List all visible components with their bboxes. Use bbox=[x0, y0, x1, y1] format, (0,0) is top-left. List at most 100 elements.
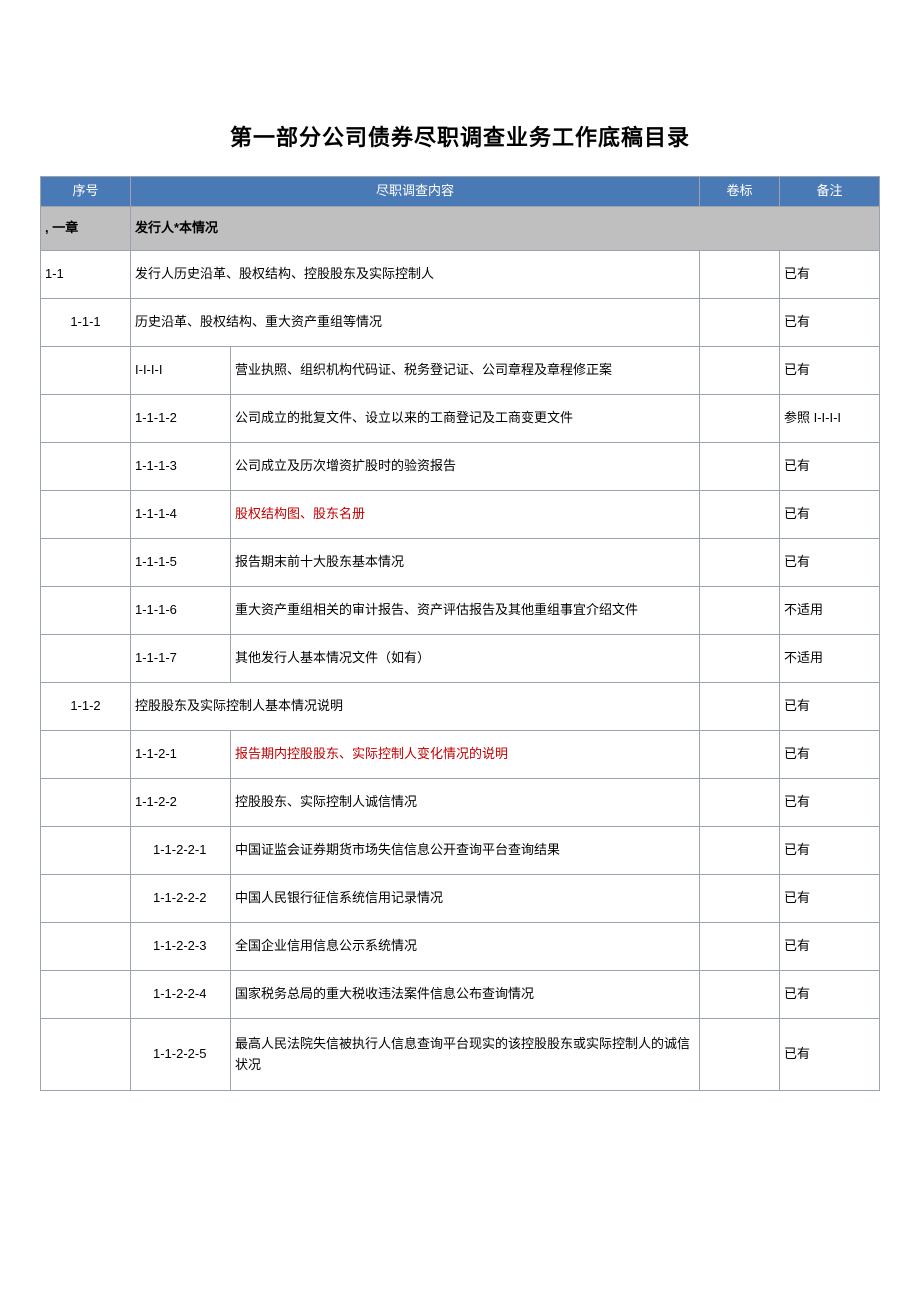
row-volume bbox=[700, 779, 780, 827]
row-index bbox=[41, 923, 131, 971]
row-content: 历史沿革、股权结构、重大资产重组等情况 bbox=[131, 299, 700, 347]
row-content: 中国证监会证券期货市场失信信息公开查询平台查询结果 bbox=[231, 827, 700, 875]
row-note: 已有 bbox=[780, 1019, 880, 1091]
row-volume bbox=[700, 971, 780, 1019]
table-row: 1-1-2-2-3全国企业信用信息公示系统情况 已有 bbox=[41, 923, 880, 971]
row-index: 1-1-1 bbox=[41, 299, 131, 347]
row-subindex: 1-1-1-2 bbox=[131, 395, 231, 443]
row-index bbox=[41, 827, 131, 875]
table-row: 1-1-1历史沿革、股权结构、重大资产重组等情况 已有 bbox=[41, 299, 880, 347]
table-row: 1-1-2-2-4国家税务总局的重大税收违法案件信息公布查询情况已有 bbox=[41, 971, 880, 1019]
row-index bbox=[41, 443, 131, 491]
row-content: 全国企业信用信息公示系统情况 bbox=[231, 923, 700, 971]
row-subindex: 1-1-2-2-2 bbox=[131, 875, 231, 923]
row-note: 已有 bbox=[780, 923, 880, 971]
row-volume bbox=[700, 299, 780, 347]
directory-table: 序号 尽职调查内容 卷标 备注 , 一章 发行人*本情况 1-1发行人历史沿革、… bbox=[40, 176, 880, 1091]
row-content: 其他发行人基本情况文件（如有） bbox=[231, 635, 700, 683]
row-index bbox=[41, 731, 131, 779]
table-row: 1-1发行人历史沿革、股权结构、控股股东及实际控制人 已有 bbox=[41, 251, 880, 299]
chapter-row: , 一章 发行人*本情况 bbox=[41, 207, 880, 251]
row-subindex: 1-1-1-3 bbox=[131, 443, 231, 491]
row-volume bbox=[700, 635, 780, 683]
row-volume bbox=[700, 875, 780, 923]
row-note: 已有 bbox=[780, 347, 880, 395]
row-volume bbox=[700, 251, 780, 299]
row-content: 中国人民银行征信系统信用记录情况 bbox=[231, 875, 700, 923]
row-volume bbox=[700, 395, 780, 443]
row-note: 已有 bbox=[780, 875, 880, 923]
table-body: , 一章 发行人*本情况 1-1发行人历史沿革、股权结构、控股股东及实际控制人已… bbox=[41, 207, 880, 1091]
row-content: 发行人历史沿革、股权结构、控股股东及实际控制人 bbox=[131, 251, 700, 299]
row-note: 已有 bbox=[780, 491, 880, 539]
row-volume bbox=[700, 683, 780, 731]
page-title: 第一部分公司债券尽职调查业务工作底稿目录 bbox=[40, 120, 880, 152]
row-content: 营业执照、组织机构代码证、税务登记证、公司章程及章程修正案 bbox=[231, 347, 700, 395]
row-content: 报告期内控股股东、实际控制人变化情况的说明 bbox=[231, 731, 700, 779]
row-subindex: 1-1-2-2 bbox=[131, 779, 231, 827]
row-content: 公司成立的批复文件、设立以来的工商登记及工商变更文件 bbox=[231, 395, 700, 443]
row-note: 已有 bbox=[780, 683, 880, 731]
chapter-index: , 一章 bbox=[41, 207, 131, 251]
row-note: 不适用 bbox=[780, 635, 880, 683]
table-row: 1-1-1-2公司成立的批复文件、设立以来的工商登记及工商变更文件参照 I-I-… bbox=[41, 395, 880, 443]
chapter-label: 发行人*本情况 bbox=[131, 207, 880, 251]
row-subindex: 1-1-2-2-3 bbox=[131, 923, 231, 971]
row-volume bbox=[700, 1019, 780, 1091]
row-subindex: I-I-I-I bbox=[131, 347, 231, 395]
row-content: 国家税务总局的重大税收违法案件信息公布查询情况 bbox=[231, 971, 700, 1019]
document-page: 第一部分公司债券尽职调查业务工作底稿目录 序号 尽职调查内容 卷标 备注 , 一… bbox=[0, 0, 920, 1131]
row-index bbox=[41, 395, 131, 443]
header-content: 尽职调查内容 bbox=[131, 177, 700, 207]
row-content: 重大资产重组相关的审计报告、资产评估报告及其他重组事宜介绍文件 bbox=[231, 587, 700, 635]
row-note: 已有 bbox=[780, 251, 880, 299]
row-volume bbox=[700, 443, 780, 491]
row-subindex: 1-1-2-2-5 bbox=[131, 1019, 231, 1091]
row-index: 1-1-2 bbox=[41, 683, 131, 731]
row-index bbox=[41, 875, 131, 923]
row-note: 已有 bbox=[780, 539, 880, 587]
table-row: 1-1-1-3公司成立及历次增资扩股时的验资报告 已有 bbox=[41, 443, 880, 491]
row-note: 已有 bbox=[780, 299, 880, 347]
row-volume bbox=[700, 347, 780, 395]
row-index bbox=[41, 1019, 131, 1091]
table-row: 1-1-2控股股东及实际控制人基本情况说明 已有 bbox=[41, 683, 880, 731]
row-index bbox=[41, 491, 131, 539]
row-subindex: 1-1-1-5 bbox=[131, 539, 231, 587]
table-row: 1-1-1-4股权结构图、股东名册 已有 bbox=[41, 491, 880, 539]
row-content: 报告期末前十大股东基本情况 bbox=[231, 539, 700, 587]
table-row: 1-1-2-1报告期内控股股东、实际控制人变化情况的说明 已有 bbox=[41, 731, 880, 779]
row-content: 股权结构图、股东名册 bbox=[231, 491, 700, 539]
table-row: 1-1-2-2控股股东、实际控制人诚信情况已有 bbox=[41, 779, 880, 827]
table-header: 序号 尽职调查内容 卷标 备注 bbox=[41, 177, 880, 207]
row-volume bbox=[700, 539, 780, 587]
row-content: 公司成立及历次增资扩股时的验资报告 bbox=[231, 443, 700, 491]
row-subindex: 1-1-1-4 bbox=[131, 491, 231, 539]
row-index bbox=[41, 779, 131, 827]
row-subindex: 1-1-2-2-1 bbox=[131, 827, 231, 875]
table-row: 1-1-2-2-5最高人民法院失信被执行人信息查询平台现实的该控股股东或实际控制… bbox=[41, 1019, 880, 1091]
table-row: 1-1-1-7其他发行人基本情况文件（如有）不适用 bbox=[41, 635, 880, 683]
table-row: 1-1-1-6重大资产重组相关的审计报告、资产评估报告及其他重组事宜介绍文件 不适… bbox=[41, 587, 880, 635]
row-volume bbox=[700, 491, 780, 539]
row-note: 已有 bbox=[780, 827, 880, 875]
row-note: 不适用 bbox=[780, 587, 880, 635]
row-volume bbox=[700, 587, 780, 635]
row-index bbox=[41, 539, 131, 587]
row-content: 最高人民法院失信被执行人信息查询平台现实的该控股股东或实际控制人的诚信状况 bbox=[231, 1019, 700, 1091]
row-index bbox=[41, 635, 131, 683]
table-row: 1-1-2-2-1中国证监会证券期货市场失信信息公开查询平台查询结果 已有 bbox=[41, 827, 880, 875]
row-content: 控股股东及实际控制人基本情况说明 bbox=[131, 683, 700, 731]
header-volume: 卷标 bbox=[700, 177, 780, 207]
row-index: 1-1 bbox=[41, 251, 131, 299]
header-serial: 序号 bbox=[41, 177, 131, 207]
row-note: 已有 bbox=[780, 971, 880, 1019]
row-note: 已有 bbox=[780, 731, 880, 779]
row-subindex: 1-1-2-1 bbox=[131, 731, 231, 779]
row-content: 控股股东、实际控制人诚信情况 bbox=[231, 779, 700, 827]
table-row: I-I-I-I营业执照、组织机构代码证、税务登记证、公司章程及章程修正案 已有 bbox=[41, 347, 880, 395]
row-index bbox=[41, 587, 131, 635]
row-volume bbox=[700, 923, 780, 971]
row-note: 已有 bbox=[780, 443, 880, 491]
row-subindex: 1-1-1-6 bbox=[131, 587, 231, 635]
